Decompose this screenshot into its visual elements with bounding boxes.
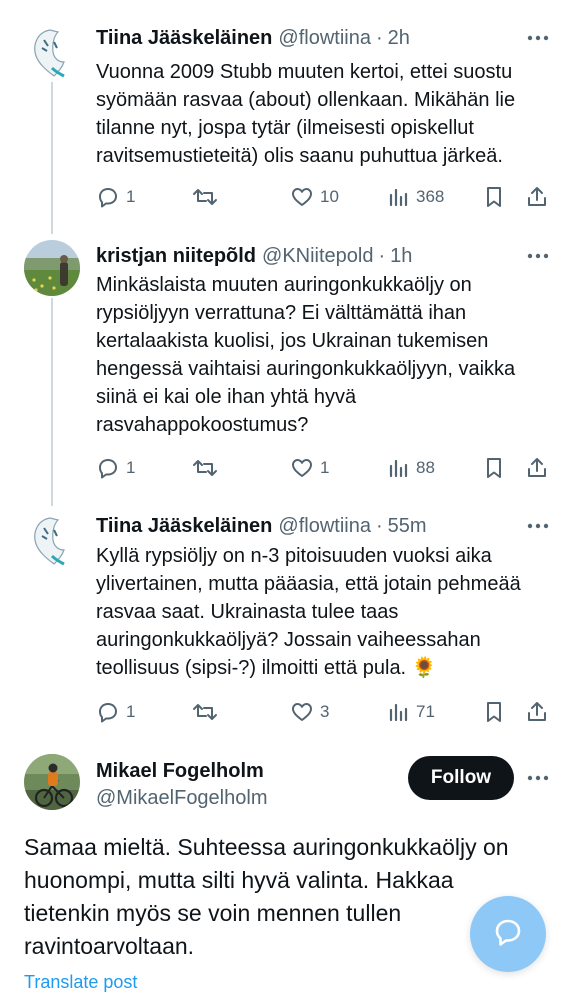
reply-button[interactable]: 1 <box>96 183 135 211</box>
views-count: 88 <box>416 458 435 477</box>
author-handle[interactable]: @MikaelFogelholm <box>96 787 267 810</box>
like-button[interactable]: 3 <box>290 698 329 726</box>
author-name[interactable]: Mikael Fogelholm <box>96 760 264 783</box>
action-bar: 1 10 368 <box>96 183 551 211</box>
views-icon <box>388 185 410 209</box>
author-handle[interactable]: @KNiitepold <box>262 245 373 268</box>
reply-count: 1 <box>126 702 136 721</box>
like-count: 10 <box>320 187 339 206</box>
reply-icon <box>96 456 120 480</box>
separator-dot: · <box>375 514 383 537</box>
heart-icon <box>290 700 314 724</box>
post-text: Samaa mieltä. Suhteessa auringonkukkaölj… <box>24 834 509 959</box>
reply-button[interactable]: 1 <box>96 454 135 482</box>
share-button[interactable] <box>526 698 548 726</box>
compose-reply-button[interactable] <box>470 896 546 972</box>
bookmark-icon <box>484 456 504 480</box>
like-count: 1 <box>320 458 330 477</box>
bookmark-icon <box>484 185 504 209</box>
action-bar: 1 3 71 <box>96 698 551 726</box>
more-icon[interactable] <box>526 244 550 268</box>
views-count: 368 <box>416 187 445 206</box>
retweet-button[interactable] <box>192 454 224 482</box>
retweet-icon <box>192 456 218 480</box>
author-name[interactable]: Tiina Jääskeläinen <box>96 27 272 50</box>
bookmark-button[interactable] <box>484 698 504 726</box>
bookmark-button[interactable] <box>484 454 504 482</box>
reply-count: 1 <box>126 187 136 206</box>
like-button[interactable]: 10 <box>290 183 339 211</box>
like-button[interactable]: 1 <box>290 454 329 482</box>
reply-count: 1 <box>126 458 136 477</box>
separator-dot: · <box>378 244 386 267</box>
timestamp[interactable]: 1h <box>390 245 412 268</box>
author-handle[interactable]: @flowtiina <box>278 515 371 538</box>
translate-post-link[interactable]: Translate post <box>24 972 137 993</box>
heart-icon <box>290 456 314 480</box>
views-icon <box>388 456 410 480</box>
action-bar: 1 1 88 <box>96 454 551 482</box>
reply-icon <box>96 700 120 724</box>
share-icon <box>526 456 548 480</box>
author-handle[interactable]: @flowtiina <box>278 27 371 50</box>
share-button[interactable] <box>526 183 548 211</box>
timestamp[interactable]: 55m <box>388 515 427 538</box>
like-count: 3 <box>320 702 330 721</box>
avatar[interactable] <box>24 24 80 80</box>
views-icon <box>388 700 410 724</box>
more-icon[interactable] <box>526 514 550 538</box>
views-button[interactable]: 88 <box>388 454 435 482</box>
tweet[interactable]: kristjan niitepõld @KNiitepold · 1h Mink… <box>0 230 570 502</box>
views-button[interactable]: 71 <box>388 698 435 726</box>
follow-button[interactable]: Follow <box>408 756 514 800</box>
bookmark-button[interactable] <box>484 183 504 211</box>
avatar[interactable] <box>24 512 80 568</box>
retweet-icon <box>192 700 218 724</box>
tweet-text: Vuonna 2009 Stubb muuten kertoi, ettei s… <box>96 61 516 167</box>
tweet-text: Kyllä rypsiöljy on n-3 pitoisuuden vuoks… <box>96 545 521 679</box>
retweet-button[interactable] <box>192 183 224 211</box>
more-icon[interactable] <box>526 26 550 50</box>
tweet-header: kristjan niitepõld @KNiitepold · 1h <box>96 242 550 270</box>
tweet[interactable]: Tiina Jääskeläinen @flowtiina · 55m Kyll… <box>0 502 570 738</box>
author-name[interactable]: kristjan niitepõld <box>96 245 256 268</box>
views-button[interactable]: 368 <box>388 183 444 211</box>
more-icon[interactable] <box>526 766 550 790</box>
avatar[interactable] <box>24 240 80 296</box>
author-name[interactable]: Tiina Jääskeläinen <box>96 515 272 538</box>
reply-button[interactable]: 1 <box>96 698 135 726</box>
retweet-icon <box>192 185 218 209</box>
tweet-text: Minkäslaista muuten auringonkukkaöljy on… <box>96 274 516 436</box>
share-button[interactable] <box>526 454 548 482</box>
avatar[interactable] <box>24 754 80 810</box>
share-icon <box>526 185 548 209</box>
bookmark-icon <box>484 700 504 724</box>
tweet[interactable]: Tiina Jääskeläinen @flowtiina · 2h Vuonn… <box>0 0 570 230</box>
retweet-button[interactable] <box>192 698 224 726</box>
compose-reply-icon <box>492 916 524 953</box>
timestamp[interactable]: 2h <box>388 27 410 50</box>
heart-icon <box>290 185 314 209</box>
views-count: 71 <box>416 702 435 721</box>
reply-icon <box>96 185 120 209</box>
tweet-header: Tiina Jääskeläinen @flowtiina · 55m <box>96 512 550 540</box>
tweet-header: Tiina Jääskeläinen @flowtiina · 2h <box>96 24 550 52</box>
separator-dot: · <box>375 26 383 49</box>
share-icon <box>526 700 548 724</box>
